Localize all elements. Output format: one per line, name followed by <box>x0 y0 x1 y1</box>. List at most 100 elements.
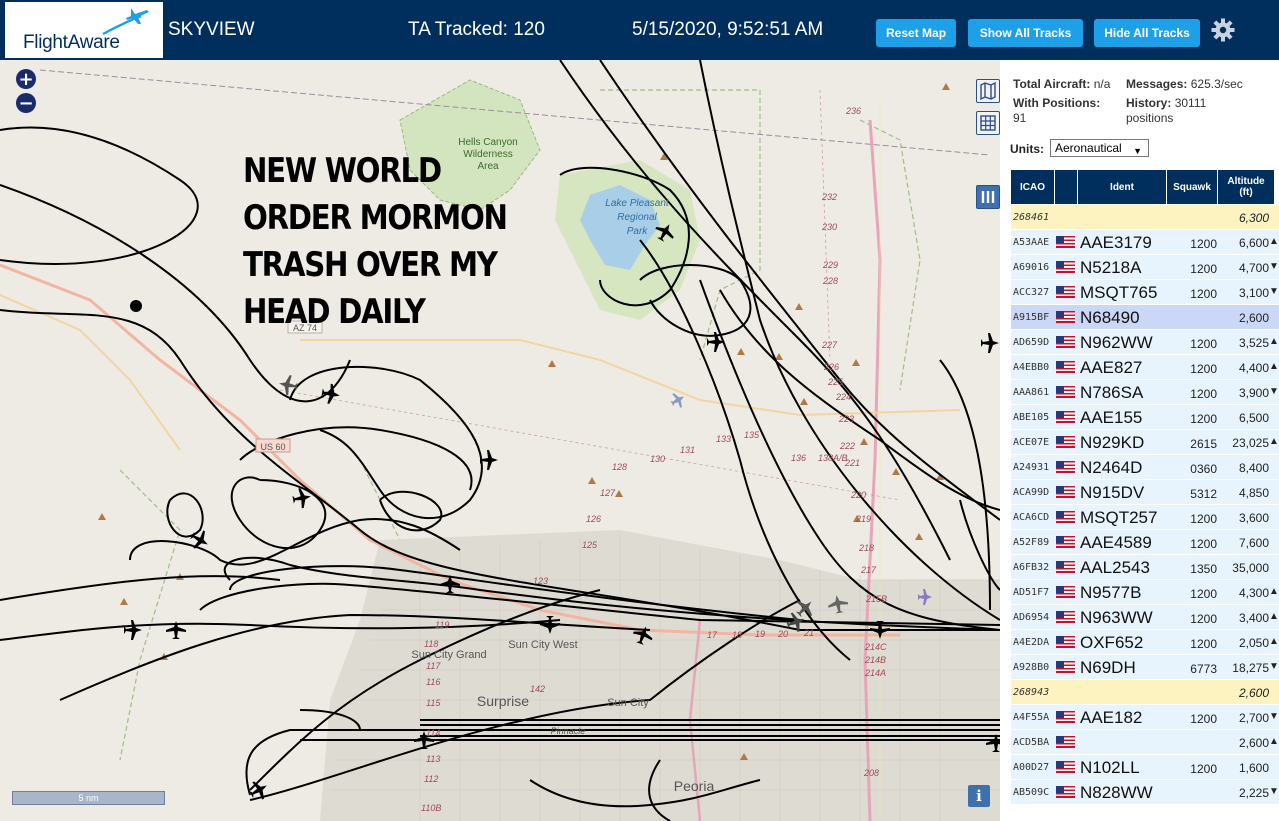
ident-cell: AAE182 <box>1080 708 1143 727</box>
ident-cell: N102LL <box>1080 758 1140 777</box>
altitude-cell: 7,600 <box>1238 536 1269 550</box>
road-number: 18 <box>732 630 742 640</box>
ident-cell: N929KD <box>1080 433 1145 452</box>
table-row[interactable]: AD659D N962WW 1200 3,525 ▲ <box>1011 330 1279 355</box>
table-row[interactable]: 268943 2,600 <box>1011 680 1279 705</box>
ident-cell: N962WW <box>1080 333 1153 352</box>
road-number: 214B <box>864 655 886 665</box>
road-number: 116 <box>426 677 440 687</box>
flightaware-logo[interactable]: FlightAware <box>5 2 163 58</box>
squawk-cell: 2615 <box>1190 437 1217 451</box>
overlay-line: NEW WORLD <box>243 151 442 191</box>
table-row[interactable]: ACA99D N915DV 5312 4,850 <box>1011 480 1279 505</box>
track-origin-marker <box>130 300 142 312</box>
table-row[interactable]: A4EBB0 AAE827 1200 4,400 ▲ <box>1011 355 1279 380</box>
road-number: 142 <box>530 684 545 694</box>
column-icao[interactable]: ICAO <box>1011 170 1054 204</box>
table-row[interactable]: AD6954 N963WW 1200 3,400 ▲ <box>1011 605 1279 630</box>
squawk-cell: 1200 <box>1190 337 1217 351</box>
column-ident[interactable]: Ident <box>1078 170 1166 204</box>
road-number: 19 <box>755 629 765 639</box>
table-row[interactable]: A4F55A AAE182 1200 2,700 ▼ <box>1011 705 1279 730</box>
table-row[interactable]: A00D27 N102LL 1200 1,600 <box>1011 755 1279 780</box>
table-row[interactable]: A69016 N5218A 1200 4,700 ▼ <box>1011 255 1279 280</box>
road-number: 113 <box>426 754 440 764</box>
map-layer-icon[interactable] <box>976 79 1000 103</box>
table-row[interactable]: ABE105 AAE155 1200 6,500 <box>1011 405 1279 430</box>
road-number: 110B <box>421 803 441 813</box>
road-number: 136 <box>791 453 806 463</box>
grid-overlay-icon[interactable] <box>976 111 1000 135</box>
altitude-cell: 3,100 <box>1238 286 1269 300</box>
table-row[interactable]: ACA6CD MSQT257 1200 3,600 <box>1011 505 1279 530</box>
altitude-trend-icon: ▲ <box>1269 586 1279 597</box>
altitude-cell: 4,850 <box>1238 486 1269 500</box>
zoom-out-button[interactable]: − <box>16 93 36 113</box>
hells-canyon-label: Hells Canyon <box>458 137 517 148</box>
road-number: 230 <box>821 222 837 232</box>
altitude-cell: 6,300 <box>1238 211 1269 225</box>
pinnacle-label: Pinnacle <box>551 726 586 736</box>
table-row[interactable]: AB509C N828WW 2,225 ▼ <box>1011 780 1279 805</box>
column-flag[interactable] <box>1055 170 1077 204</box>
table-row[interactable]: A24931 N2464D 0360 8,400 <box>1011 455 1279 480</box>
columns-toggle-icon[interactable] <box>976 185 1000 209</box>
altitude-trend-icon: ▼ <box>1269 386 1279 397</box>
table-row[interactable]: AAA861 N786SA 1200 3,900 ▼ <box>1011 380 1279 405</box>
table-row[interactable]: A52F89 AAE4589 1200 7,600 <box>1011 530 1279 555</box>
table-row[interactable]: AD51F7 N9577B 1200 4,300 ▲ <box>1011 580 1279 605</box>
hide-all-tracks-button[interactable]: Hide All Tracks <box>1094 19 1200 47</box>
reset-map-button[interactable]: Reset Map <box>876 19 956 47</box>
altitude-cell: 3,600 <box>1238 511 1269 525</box>
table-row[interactable]: A4E2DA OXF652 1200 2,050 ▲ <box>1011 630 1279 655</box>
column-altitude[interactable]: Altitude (ft) <box>1218 170 1274 204</box>
table-row[interactable]: ACC327 MSQT765 1200 3,100 ▼ <box>1011 280 1279 305</box>
road-number: 112 <box>424 774 438 784</box>
icao-cell: 268943 <box>1013 687 1050 698</box>
road-number: 127 <box>600 488 616 498</box>
table-row[interactable]: A53AAE AAE3179 1200 6,600 ▲ <box>1011 230 1279 255</box>
zoom-in-button[interactable]: + <box>16 69 36 89</box>
map-scale-bar: 5 nm <box>12 791 165 805</box>
road-number: 227 <box>821 340 838 350</box>
altitude-trend-icon: ▼ <box>1269 286 1279 297</box>
road-number: 115 <box>426 698 441 708</box>
column-squawk[interactable]: Squawk <box>1167 170 1217 204</box>
road-number: 17 <box>707 630 718 640</box>
icao-cell: A00D27 <box>1013 762 1050 773</box>
ident-cell: N9577B <box>1080 583 1142 602</box>
units-select[interactable]: Aeronautical ▼ <box>1050 139 1149 157</box>
squawk-cell: 1200 <box>1190 762 1217 776</box>
road-number: 131 <box>680 445 695 455</box>
icao-cell: A52F89 <box>1013 537 1050 548</box>
squawk-cell: 1200 <box>1190 237 1217 251</box>
table-row[interactable]: A928B0 N69DH 6773 18,275 ▼ <box>1011 655 1279 680</box>
show-all-tracks-button[interactable]: Show All Tracks <box>968 19 1083 47</box>
messages-stat: Messages: 625.3/sec <box>1126 77 1243 91</box>
us-flag-icon <box>1056 636 1075 648</box>
table-row[interactable]: 268461 6,300 <box>1011 205 1279 230</box>
road-number: 225 <box>827 377 844 387</box>
road-number: 232 <box>821 192 837 202</box>
regional-label: Regional <box>617 212 657 223</box>
table-row[interactable]: ACE07E N929KD 2615 23,025 ▲ <box>1011 430 1279 455</box>
table-row[interactable]: A915BF N68490 2,600 <box>1011 305 1279 330</box>
flight-map[interactable]: Hells Canyon Wilderness Area Lake Pleasa… <box>0 60 1000 821</box>
gear-icon[interactable] <box>1210 17 1236 43</box>
altitude-trend-icon: ▼ <box>1269 711 1279 722</box>
road-number: 219 <box>855 514 871 524</box>
road-number: 117 <box>426 661 441 671</box>
road-number: 114 <box>426 728 440 738</box>
squawk-cell: 1200 <box>1190 537 1217 551</box>
table-row[interactable]: A6FB32 AAL2543 1350 35,000 <box>1011 555 1279 580</box>
altitude-cell: 4,700 <box>1238 261 1269 275</box>
squawk-cell: 0360 <box>1190 462 1217 476</box>
icao-cell: ABE105 <box>1013 412 1050 423</box>
road-number: 21 <box>803 628 814 638</box>
table-row[interactable]: ACD5BA 2,600 ▲ <box>1011 730 1279 755</box>
squawk-cell: 1200 <box>1190 362 1217 376</box>
ident-cell: AAE4589 <box>1080 533 1152 552</box>
ident-cell: OXF652 <box>1080 633 1144 652</box>
squawk-cell: 1200 <box>1190 587 1217 601</box>
info-icon[interactable]: i <box>968 785 990 807</box>
